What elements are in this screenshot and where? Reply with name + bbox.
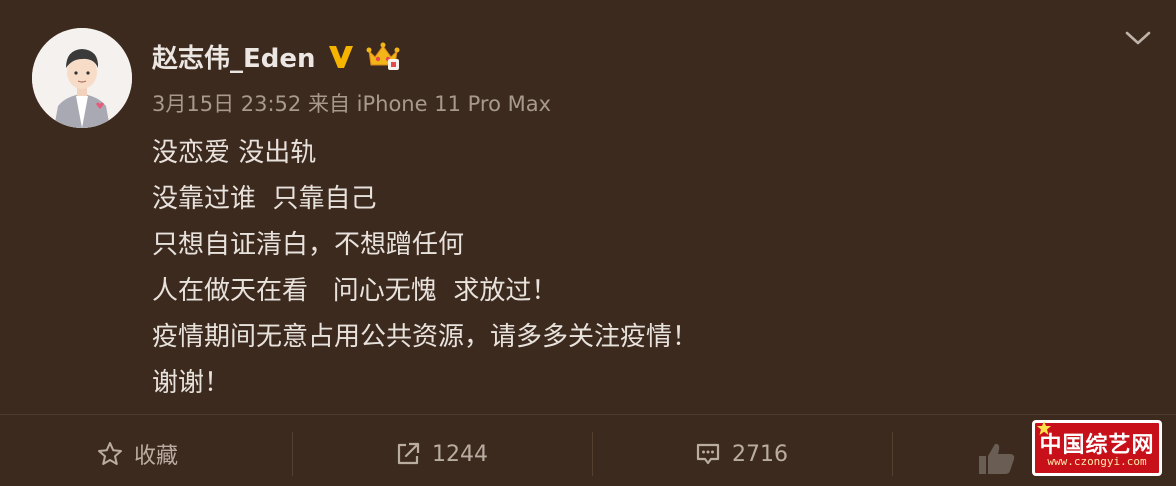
action-separator — [292, 432, 293, 476]
star-icon — [98, 442, 122, 465]
chevron-down-icon[interactable] — [1124, 26, 1152, 50]
member-crown-icon[interactable] — [366, 41, 400, 71]
post-content-line: 没靠过谁 只靠自己 — [152, 184, 377, 214]
post-content-line: 谢谢！ — [152, 368, 231, 398]
avatar[interactable] — [32, 28, 132, 128]
repost-button[interactable]: 1244 — [394, 436, 488, 472]
post-content-line: 人在做天在看 问心无愧 求放过！ — [152, 276, 558, 306]
post-timestamp[interactable]: 3月15日 23:52 — [152, 92, 301, 116]
post-meta: 3月15日 23:52 来自 iPhone 11 Pro Max — [152, 88, 551, 118]
action-separator — [592, 432, 593, 476]
post-content-line: 只想自证清白，不想蹭任何 — [152, 230, 465, 260]
post-content-line: 疫情期间无意占用公共资源，请多多关注疫情！ — [152, 322, 699, 352]
watermark-logo: 中国综艺网 www.czongyi.com — [1032, 420, 1162, 476]
favorite-label: 收藏 — [134, 444, 179, 469]
verified-v-icon — [326, 41, 356, 71]
avatar-illustration — [32, 28, 132, 128]
divider — [0, 414, 1176, 415]
comment-icon — [696, 443, 720, 465]
comment-button[interactable]: 2716 — [694, 436, 788, 472]
username-row: 赵志伟_Eden — [152, 36, 400, 76]
repost-icon — [397, 442, 420, 465]
repost-count: 1244 — [432, 441, 488, 467]
comment-count: 2716 — [732, 441, 788, 467]
post-content: 没恋爱 没出轨 没靠过谁 只靠自己 只想自证清白，不想蹭任何 人在做天在看 问心… — [152, 130, 698, 406]
post-content-line: 没恋爱 没出轨 — [152, 138, 317, 168]
post-source: 来自 iPhone 11 Pro Max — [307, 92, 552, 116]
favorite-button[interactable]: 收藏 — [96, 436, 178, 472]
weibo-post-card: 赵志伟_Eden 3月15日 23:52 来自 iPhone 11 Pro Ma… — [0, 0, 1176, 486]
watermark-url: www.czongyi.com — [1047, 455, 1147, 468]
like-icon[interactable] — [975, 440, 1019, 476]
username[interactable]: 赵志伟_Eden — [152, 38, 316, 75]
action-separator — [892, 432, 893, 476]
